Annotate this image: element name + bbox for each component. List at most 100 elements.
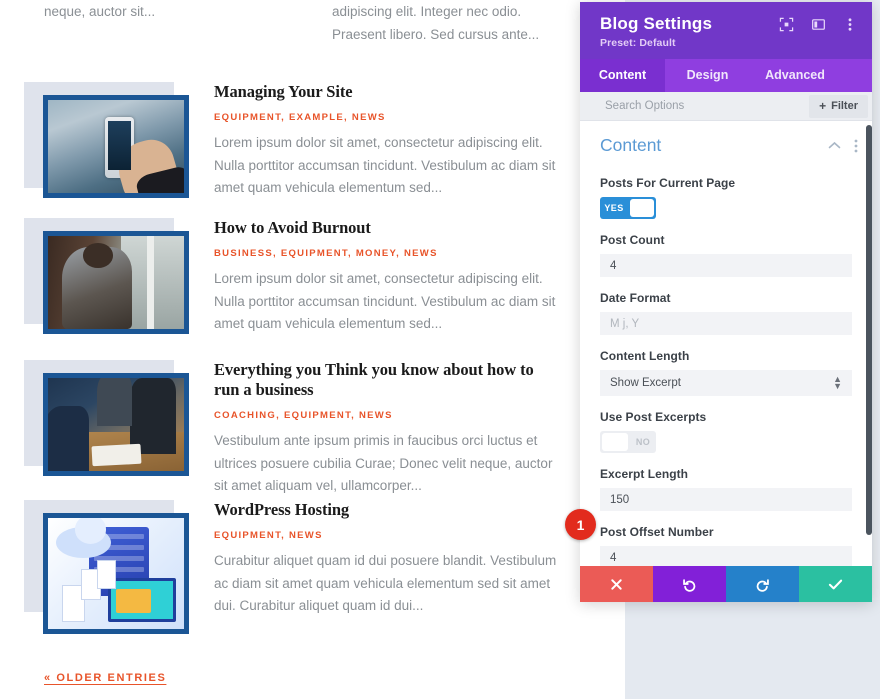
cloud-hosting-image	[48, 518, 184, 629]
thumbnail-frame	[43, 513, 189, 634]
toggle-knob	[630, 199, 654, 217]
panel-header-icons	[778, 16, 858, 32]
partial-posts-row: neque, auctor sit... adipiscing elit. In…	[0, 0, 580, 46]
field-posts-for-current-page: Posts For Current Page YES	[580, 176, 872, 219]
post-excerpt: Lorem ipsum dolor sit amet, consectetur …	[214, 135, 556, 195]
more-vertical-icon[interactable]	[842, 16, 858, 32]
document-shape	[96, 560, 116, 590]
panel-options-scroll-area: Content Posts For Current Page YES Post …	[580, 121, 872, 566]
post-title[interactable]: WordPress Hosting	[214, 500, 560, 520]
thumbnail-frame	[43, 373, 189, 476]
close-button[interactable]	[580, 566, 653, 602]
use-post-excerpts-toggle[interactable]: NO	[600, 431, 656, 453]
filter-button-label: Filter	[831, 100, 858, 112]
content-length-select[interactable]: Show Excerpt	[600, 370, 852, 396]
field-label: Date Format	[600, 291, 671, 305]
post-excerpt: Curabitur aliquet quam id dui posuere bl…	[214, 553, 557, 613]
folder-shape	[116, 589, 152, 614]
panel-preset-selector[interactable]: Preset: Default	[600, 37, 856, 49]
close-x-icon	[611, 578, 622, 590]
field-date-format: Date Format	[580, 291, 872, 335]
cloud-shape	[56, 518, 111, 558]
field-content-length: Content Length Show Excerpt ▲ ▼	[580, 349, 872, 396]
field-label: Posts For Current Page	[600, 176, 736, 190]
post-excerpt: Lorem ipsum dolor sit amet, consectetur …	[214, 271, 556, 331]
post-title[interactable]: How to Avoid Burnout	[214, 218, 560, 238]
excerpt-length-input[interactable]	[600, 488, 852, 511]
tab-advanced[interactable]: Advanced	[750, 59, 840, 92]
chevron-up-icon[interactable]	[828, 141, 841, 150]
older-entries-link[interactable]: « OLDER ENTRIES	[44, 672, 166, 684]
date-format-input[interactable]	[600, 312, 852, 335]
blog-content-area: neque, auctor sit... adipiscing elit. In…	[0, 0, 580, 699]
panel-tabs: Content Design Advanced	[580, 59, 872, 92]
page-background-lower-right	[625, 600, 880, 699]
hand-holding-phone-image	[48, 100, 184, 193]
partial-excerpt-left: neque, auctor sit...	[44, 4, 156, 19]
field-post-count: Post Count	[580, 233, 872, 277]
person-shape	[129, 378, 176, 455]
screen-root: neque, auctor sit... adipiscing elit. In…	[0, 0, 880, 699]
partial-excerpt-right: adipiscing elit. Integer nec odio. Praes…	[332, 4, 540, 42]
toggle-state-label: NO	[635, 437, 651, 447]
field-use-post-excerpts: Use Post Excerpts NO	[580, 410, 872, 453]
focus-icon[interactable]	[778, 16, 794, 32]
content-length-select-wrap: Show Excerpt ▲ ▼	[600, 370, 852, 396]
save-button[interactable]	[799, 566, 872, 602]
post-count-input[interactable]	[600, 254, 852, 277]
tab-content[interactable]: Content	[580, 59, 665, 92]
person-shape	[48, 405, 89, 471]
content-section-header: Content	[580, 121, 872, 162]
head-shape	[83, 243, 114, 268]
field-post-offset-number: Post Offset Number	[580, 525, 872, 566]
field-label: Excerpt Length	[600, 467, 689, 481]
post-body: How to Avoid Burnout BUSINESS, EQUIPMENT…	[214, 218, 560, 336]
post-title[interactable]: Everything you Think you know about how …	[214, 360, 560, 400]
business-meeting-image	[48, 378, 184, 471]
field-label: Content Length	[600, 349, 690, 363]
person-shape	[96, 378, 133, 427]
undo-arrow-icon	[683, 578, 696, 592]
redo-button[interactable]	[726, 566, 799, 602]
plus-icon: +	[819, 99, 827, 113]
posts-for-current-page-toggle[interactable]: YES	[600, 197, 656, 219]
post-categories[interactable]: COACHING, EQUIPMENT, NEWS	[214, 410, 560, 421]
field-label: Use Post Excerpts	[600, 410, 707, 424]
post-body: Everything you Think you know about how …	[214, 360, 560, 498]
checkmark-icon	[828, 579, 843, 589]
post-excerpt: Vestibulum ante ipsum primis in faucibus…	[214, 433, 553, 493]
post-thumbnail[interactable]	[24, 82, 196, 202]
field-label: Post Offset Number	[600, 525, 714, 539]
post-body: WordPress Hosting EQUIPMENT, NEWS Curabi…	[214, 500, 560, 618]
section-title: Content	[600, 135, 662, 155]
thumbnail-frame	[43, 231, 189, 334]
post-thumbnail[interactable]	[24, 218, 196, 338]
panel-scrollbar[interactable]	[866, 125, 872, 535]
toggle-state-label: YES	[604, 203, 624, 213]
post-categories[interactable]: EQUIPMENT, EXAMPLE, NEWS	[214, 112, 560, 123]
woman-window-image	[48, 236, 184, 329]
post-categories[interactable]: EQUIPMENT, NEWS	[214, 530, 560, 541]
undo-button[interactable]	[653, 566, 726, 602]
toggle-knob	[602, 433, 628, 451]
annotation-badge-1: 1	[565, 509, 596, 540]
search-options-bar: + Filter	[580, 92, 872, 121]
layout-panel-icon[interactable]	[810, 16, 826, 32]
panel-header: Blog Settings Preset: Default	[580, 2, 872, 59]
post-title[interactable]: Managing Your Site	[214, 82, 560, 102]
field-label: Post Count	[600, 233, 665, 247]
blog-settings-panel: Blog Settings Preset: Default Content De…	[580, 2, 872, 602]
panel-action-bar	[580, 566, 872, 602]
field-excerpt-length: Excerpt Length	[580, 467, 872, 511]
post-thumbnail[interactable]	[24, 500, 196, 634]
tab-design[interactable]: Design	[665, 59, 750, 92]
post-thumbnail[interactable]	[24, 360, 196, 480]
post-offset-number-input[interactable]	[600, 546, 852, 566]
post-categories[interactable]: BUSINESS, EQUIPMENT, MONEY, NEWS	[214, 248, 560, 259]
filter-button[interactable]: + Filter	[809, 94, 868, 118]
redo-arrow-icon	[756, 578, 769, 592]
search-input[interactable]	[580, 100, 810, 112]
post-body: Managing Your Site EQUIPMENT, EXAMPLE, N…	[214, 82, 560, 200]
more-vertical-icon[interactable]	[854, 139, 858, 153]
thumbnail-frame	[43, 95, 189, 198]
